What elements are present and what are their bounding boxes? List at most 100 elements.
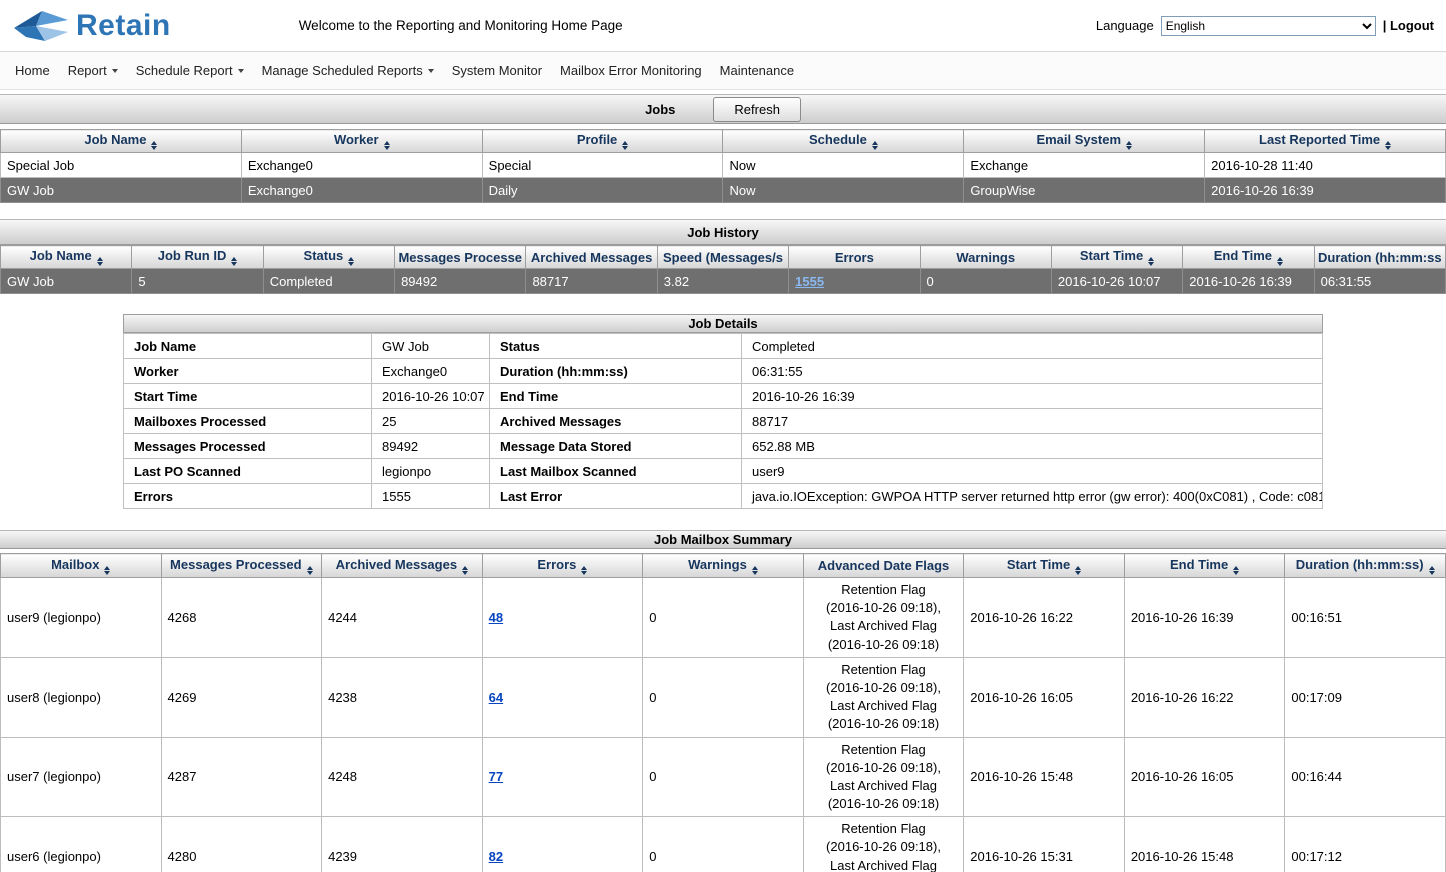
sort-icon bbox=[622, 141, 628, 150]
sort-icon bbox=[1075, 566, 1081, 575]
job-details-title: Job Details bbox=[688, 316, 757, 331]
errors-count-link[interactable]: 64 bbox=[489, 690, 503, 705]
chevron-down-icon bbox=[428, 69, 434, 73]
jh-col-archived-messages[interactable]: Archived Messages bbox=[526, 246, 657, 269]
col-label: Job Name bbox=[84, 132, 146, 147]
sort-icon bbox=[752, 566, 758, 575]
table-row-user7[interactable]: user7 (legionpo) 4287 4248 77 0 Retentio… bbox=[1, 737, 1446, 817]
jobs-col-worker[interactable]: Worker bbox=[241, 130, 482, 153]
jms-col-warnings[interactable]: Warnings bbox=[643, 554, 804, 578]
refresh-button[interactable]: Refresh bbox=[713, 97, 801, 122]
col-label: Messages Processed bbox=[170, 557, 302, 572]
jh-col-messages-processed[interactable]: Messages Processe bbox=[395, 246, 526, 269]
nav-schedule-report[interactable]: Schedule Report bbox=[136, 63, 244, 78]
details-value: java.io.IOException: GWPOA HTTP server r… bbox=[742, 484, 1323, 509]
details-value: 2016-10-26 10:07 bbox=[372, 384, 490, 409]
nav-system-monitor[interactable]: System Monitor bbox=[452, 63, 542, 78]
cell-messages-processed: 4280 bbox=[161, 817, 322, 872]
jh-col-start-time[interactable]: Start Time bbox=[1051, 246, 1182, 269]
cell-last-reported-time: 2016-10-28 11:40 bbox=[1205, 153, 1446, 178]
details-label: Last PO Scanned bbox=[124, 459, 372, 484]
details-label: Status bbox=[490, 334, 742, 359]
jobs-col-job-name[interactable]: Job Name bbox=[1, 130, 242, 153]
flag-line: (2016-10-26 09:18) bbox=[810, 636, 958, 654]
errors-count-link[interactable]: 82 bbox=[489, 849, 503, 864]
app-logo[interactable]: Retain bbox=[12, 8, 171, 44]
nav-report[interactable]: Report bbox=[68, 63, 118, 78]
language-select[interactable]: English bbox=[1161, 16, 1376, 36]
details-value: 06:31:55 bbox=[742, 359, 1323, 384]
cell-duration: 00:17:09 bbox=[1285, 657, 1446, 737]
details-row: Last PO Scanned legionpo Last Mailbox Sc… bbox=[124, 459, 1323, 484]
cell-archived-messages: 4248 bbox=[322, 737, 483, 817]
cell-errors: 82 bbox=[482, 817, 643, 872]
jms-col-messages-processed[interactable]: Messages Processed bbox=[161, 554, 322, 578]
table-row-gw-job-selected[interactable]: GW Job Exchange0 Daily Now GroupWise 201… bbox=[1, 178, 1446, 203]
col-label: Duration (hh:mm:ss bbox=[1318, 250, 1442, 265]
jh-col-duration[interactable]: Duration (hh:mm:ss bbox=[1314, 246, 1445, 269]
jms-col-end-time[interactable]: End Time bbox=[1124, 554, 1285, 578]
flag-line: Retention Flag bbox=[810, 741, 958, 759]
cell-email-system: GroupWise bbox=[964, 178, 1205, 203]
nav-manage-scheduled-reports[interactable]: Manage Scheduled Reports bbox=[262, 63, 434, 78]
jh-col-job-run-id[interactable]: Job Run ID bbox=[132, 246, 263, 269]
jh-col-job-name[interactable]: Job Name bbox=[1, 246, 132, 269]
nav-maintenance[interactable]: Maintenance bbox=[720, 63, 794, 78]
jobs-col-schedule[interactable]: Schedule bbox=[723, 130, 964, 153]
cell-mailbox: user8 (legionpo) bbox=[1, 657, 162, 737]
col-label: Errors bbox=[537, 557, 576, 572]
jobs-col-profile[interactable]: Profile bbox=[482, 130, 723, 153]
details-label: Messages Processed bbox=[124, 434, 372, 459]
cell-duration: 06:31:55 bbox=[1314, 269, 1445, 294]
jms-col-mailbox[interactable]: Mailbox bbox=[1, 554, 162, 578]
errors-count-link[interactable]: 48 bbox=[489, 610, 503, 625]
table-row-job-run-selected[interactable]: GW Job 5 Completed 89492 88717 3.82 1555… bbox=[1, 269, 1446, 294]
jh-col-warnings[interactable]: Warnings bbox=[920, 246, 1051, 269]
cell-archived-messages: 4244 bbox=[322, 578, 483, 658]
details-label: Worker bbox=[124, 359, 372, 384]
jh-col-end-time[interactable]: End Time bbox=[1183, 246, 1314, 269]
jms-col-errors[interactable]: Errors bbox=[482, 554, 643, 578]
cell-messages-processed: 4287 bbox=[161, 737, 322, 817]
col-label: Status bbox=[304, 248, 344, 263]
cell-warnings: 0 bbox=[643, 817, 804, 872]
jobs-col-email-system[interactable]: Email System bbox=[964, 130, 1205, 153]
jobs-section-bar: Jobs Refresh bbox=[0, 94, 1446, 124]
job-details-table: Job Name GW Job Status Completed Worker … bbox=[123, 333, 1323, 509]
errors-count-link[interactable]: 1555 bbox=[795, 274, 824, 289]
job-history-title: Job History bbox=[687, 225, 759, 240]
nav-mailbox-error-monitoring[interactable]: Mailbox Error Monitoring bbox=[560, 63, 702, 78]
nav-home[interactable]: Home bbox=[15, 63, 50, 78]
jms-col-start-time[interactable]: Start Time bbox=[964, 554, 1125, 578]
cell-worker: Exchange0 bbox=[241, 178, 482, 203]
jh-col-speed[interactable]: Speed (Messages/s bbox=[657, 246, 788, 269]
jobs-section: Jobs Refresh Job Name Worker Profile Sch… bbox=[0, 94, 1446, 203]
nav-manage-scheduled-reports-label: Manage Scheduled Reports bbox=[262, 63, 423, 78]
jms-col-archived-messages[interactable]: Archived Messages bbox=[322, 554, 483, 578]
job-history-section: Job History Job Name Job Run ID Status M… bbox=[0, 219, 1446, 294]
details-value: 25 bbox=[372, 409, 490, 434]
table-row-user9[interactable]: user9 (legionpo) 4268 4244 48 0 Retentio… bbox=[1, 578, 1446, 658]
details-value: Exchange0 bbox=[372, 359, 490, 384]
flag-line: Last Archived Flag bbox=[810, 617, 958, 635]
logout-link[interactable]: | Logout bbox=[1383, 18, 1434, 33]
jms-col-duration[interactable]: Duration (hh:mm:ss) bbox=[1285, 554, 1446, 578]
cell-end-time: 2016-10-26 16:39 bbox=[1183, 269, 1314, 294]
cell-start-time: 2016-10-26 16:22 bbox=[964, 578, 1125, 658]
table-row-user8[interactable]: user8 (legionpo) 4269 4238 64 0 Retentio… bbox=[1, 657, 1446, 737]
jh-col-status[interactable]: Status bbox=[263, 246, 394, 269]
details-value: legionpo bbox=[372, 459, 490, 484]
table-row-user6[interactable]: user6 (legionpo) 4280 4239 82 0 Retentio… bbox=[1, 817, 1446, 872]
cell-errors: 1555 bbox=[789, 269, 920, 294]
col-label: Warnings bbox=[688, 557, 747, 572]
errors-count-link[interactable]: 77 bbox=[489, 769, 503, 784]
col-label: Worker bbox=[334, 132, 379, 147]
table-row-special-job[interactable]: Special Job Exchange0 Special Now Exchan… bbox=[1, 153, 1446, 178]
cell-end-time: 2016-10-26 15:48 bbox=[1124, 817, 1285, 872]
jh-col-errors[interactable]: Errors bbox=[789, 246, 920, 269]
details-value: 88717 bbox=[742, 409, 1323, 434]
sort-icon bbox=[151, 141, 157, 150]
cell-job-name: GW Job bbox=[1, 269, 132, 294]
cell-schedule: Now bbox=[723, 153, 964, 178]
jobs-col-last-reported-time[interactable]: Last Reported Time bbox=[1205, 130, 1446, 153]
